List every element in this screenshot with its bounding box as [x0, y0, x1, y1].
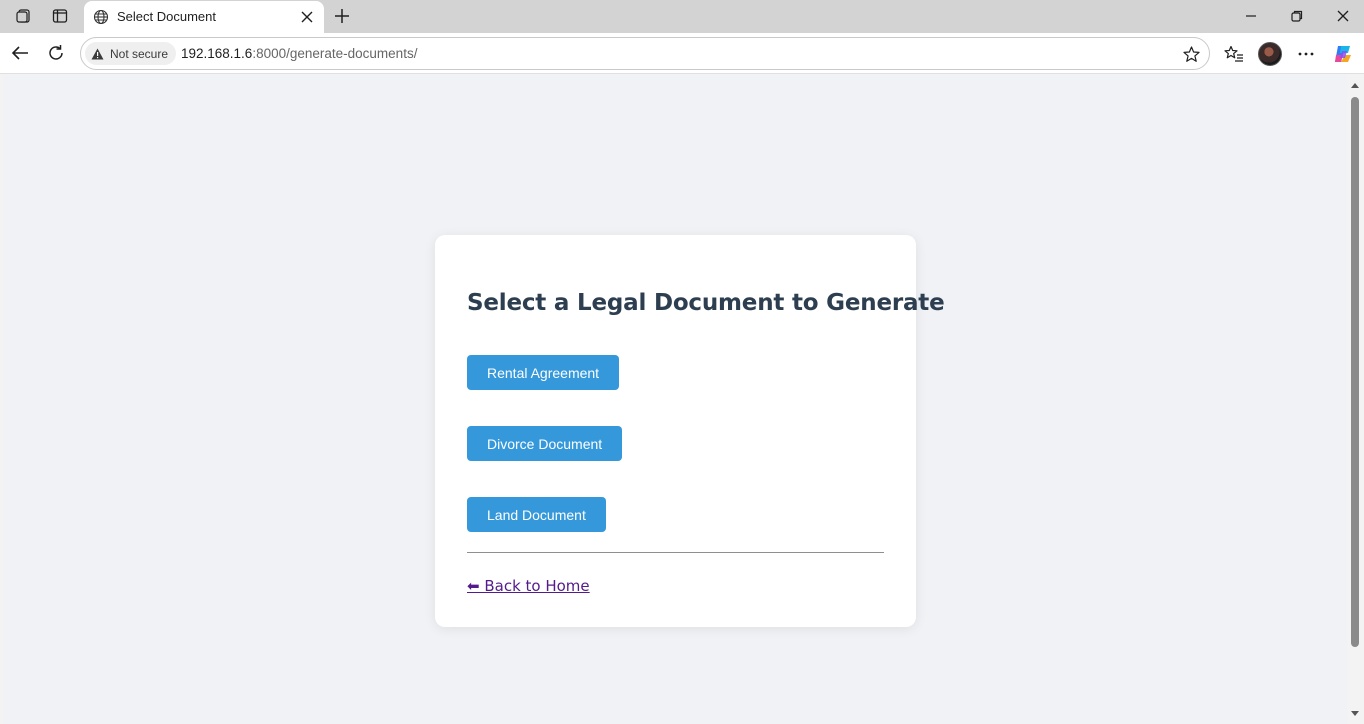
tab-strip: Select Document: [0, 0, 1364, 33]
copilot-icon[interactable]: [1332, 43, 1354, 65]
favorites-icon[interactable]: [1223, 43, 1245, 65]
close-window-icon[interactable]: [1333, 6, 1353, 26]
address-bar[interactable]: Not secure 192.168.1.6:8000/generate-doc…: [80, 37, 1210, 70]
divorce-document-button[interactable]: Divorce Document: [467, 426, 623, 461]
warning-icon: [91, 48, 104, 59]
rental-agreement-button[interactable]: Rental Agreement: [467, 355, 620, 390]
security-label: Not secure: [110, 46, 169, 61]
security-indicator[interactable]: Not secure: [85, 42, 177, 65]
browser-toolbar: Not secure 192.168.1.6:8000/generate-doc…: [0, 33, 1364, 74]
scroll-down-arrow-icon[interactable]: [1351, 711, 1359, 716]
more-options-icon[interactable]: [1295, 43, 1317, 65]
land-document-button[interactable]: Land Document: [467, 497, 606, 532]
url-text[interactable]: 192.168.1.6:8000/generate-documents/: [181, 46, 417, 61]
tab-select-document[interactable]: Select Document: [84, 1, 324, 33]
back-to-home-link[interactable]: ⬅ Back to Home: [467, 577, 590, 595]
close-tab-icon[interactable]: [298, 8, 316, 26]
url-host: 192.168.1.6: [181, 46, 253, 61]
minimize-icon[interactable]: [1241, 6, 1261, 26]
document-card: Select a Legal Document to Generate Rent…: [435, 235, 945, 627]
tab-title: Select Document: [117, 9, 216, 24]
vertical-tabs-icon[interactable]: [51, 7, 69, 25]
restore-icon[interactable]: [1287, 6, 1307, 26]
back-arrow-icon[interactable]: [10, 43, 30, 63]
vertical-scrollbar[interactable]: [1347, 74, 1364, 724]
scrollbar-thumb[interactable]: [1351, 97, 1359, 647]
divider: [467, 552, 884, 553]
refresh-icon[interactable]: [46, 43, 66, 63]
new-tab-icon[interactable]: [332, 6, 352, 26]
workspaces-icon[interactable]: [15, 7, 33, 25]
favorite-star-icon[interactable]: [1181, 44, 1201, 64]
globe-icon: [92, 8, 110, 26]
scroll-up-arrow-icon[interactable]: [1351, 83, 1359, 88]
url-path: :8000/generate-documents/: [252, 46, 418, 61]
page-viewport: Select a Legal Document to Generate Rent…: [3, 74, 1347, 724]
page-heading: Select a Legal Document to Generate: [467, 290, 945, 316]
profile-avatar[interactable]: [1258, 42, 1282, 66]
